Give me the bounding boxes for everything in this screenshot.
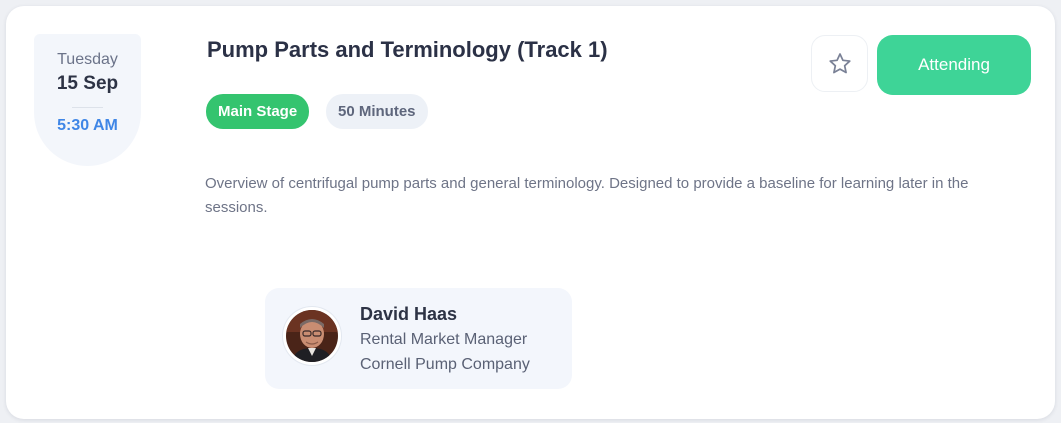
favorite-button[interactable] [811, 35, 868, 92]
speaker-card[interactable]: David Haas Rental Market Manager Cornell… [265, 288, 572, 389]
session-date-box: Tuesday 15 Sep 5:30 AM [34, 34, 141, 166]
session-description: Overview of centrifugal pump parts and g… [205, 175, 969, 216]
speaker-role: Rental Market Manager [360, 331, 528, 348]
date-divider [72, 107, 103, 108]
speaker-company: Cornell Pump Company [360, 356, 530, 373]
stage-tag: Main Stage [206, 94, 310, 129]
speaker-avatar [283, 307, 341, 365]
session-day: 15 Sep [56, 73, 119, 94]
duration-tag: 50 Minutes [326, 94, 428, 129]
attending-button[interactable]: Attending [877, 35, 1031, 95]
speaker-photo [286, 310, 338, 362]
star-outline-icon [828, 52, 851, 73]
speaker-name: David Haas [360, 304, 458, 324]
session-time: 5:30 AM [57, 117, 118, 134]
session-title[interactable]: Pump Parts and Terminology (Track 1) [207, 37, 608, 63]
session-weekday: Tuesday [57, 51, 118, 68]
session-card: Tuesday 15 Sep 5:30 AM Pump Parts and Te… [6, 6, 1055, 419]
